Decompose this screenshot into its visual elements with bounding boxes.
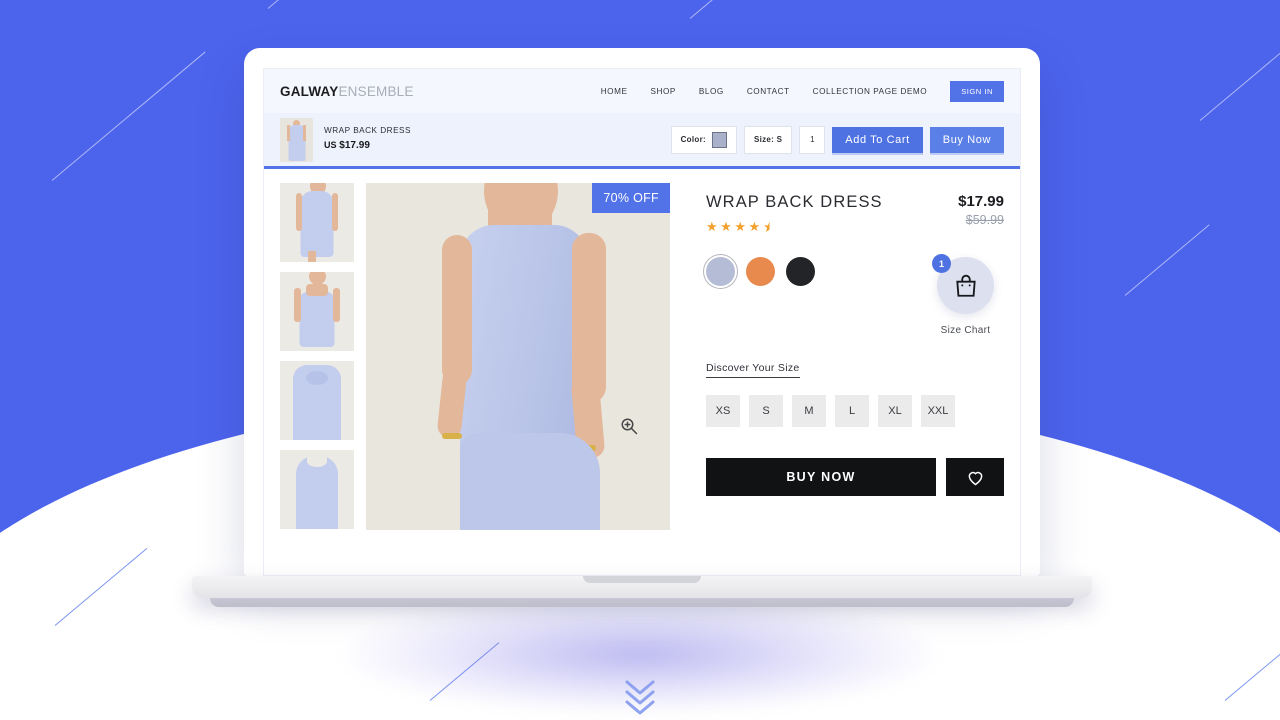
product-title-price-row: WRAP BACK DRESS ★ ★ ★ ★ $17.99 $59.99 [706,193,1004,235]
size-option-m[interactable]: M [792,395,826,427]
product-title-block: WRAP BACK DRESS ★ ★ ★ ★ [706,193,883,235]
purchase-actions: BUY NOW [706,458,1004,496]
laptop-mockup: GALWAYENSEMBLE HOME SHOP BLOG CONTACT CO… [192,48,1092,607]
star-1: ★ [706,219,720,234]
gallery-thumbnails [280,183,354,530]
sticky-product-text: WRAP BACK DRESS US $17.99 [324,125,411,153]
sticky-product-bar: WRAP BACK DRESS US $17.99 Color: Size: S [264,113,1020,169]
sticky-color-label: Color: [680,135,706,144]
page-stage: GALWAYENSEMBLE HOME SHOP BLOG CONTACT CO… [0,0,1280,720]
sticky-buy-now-button[interactable]: Buy Now [929,126,1004,153]
rating-stars: ★ ★ ★ ★ [706,219,883,235]
price-block: $17.99 $59.99 [958,193,1004,227]
chevron-down-icon-1 [625,680,655,695]
size-option-s[interactable]: S [749,395,783,427]
color-swatch-periwinkle[interactable] [706,257,735,286]
size-chart-label[interactable]: Size Chart [937,325,994,336]
sticky-price-value: $17.99 [339,140,370,152]
price-original: $59.99 [965,213,1004,227]
nav-item-collection-page-demo[interactable]: COLLECTION PAGE DEMO [813,87,928,96]
heart-icon [968,471,982,485]
size-option-xl[interactable]: XL [878,395,912,427]
discover-your-size-link[interactable]: Discover Your Size [706,362,800,378]
laptop-base-top [192,576,1092,598]
star-3: ★ [734,219,748,234]
site-logo[interactable]: GALWAYENSEMBLE [280,84,414,99]
cart-widget[interactable]: 1 Size Chart [932,254,1004,336]
shopping-bag-icon [955,274,976,297]
sticky-product-price: US $17.99 [324,139,411,154]
wishlist-button[interactable] [946,458,1004,496]
nav-item-shop[interactable]: SHOP [650,87,675,96]
size-option-l[interactable]: L [835,395,869,427]
laptop-base [192,576,1092,607]
laptop-base-lip [210,598,1074,607]
star-2: ★ [720,219,734,234]
size-option-xxl[interactable]: XXL [921,395,955,427]
add-to-cart-button[interactable]: Add To Cart [832,126,923,153]
main-nav: HOME SHOP BLOG CONTACT COLLECTION PAGE D… [601,80,1004,102]
star-5-half [763,220,776,234]
nav-item-home[interactable]: HOME [601,87,628,96]
product-info: WRAP BACK DRESS ★ ★ ★ ★ $17.99 $59.99 1 … [706,183,1004,530]
star-4: ★ [748,219,762,234]
price-current: $17.99 [958,193,1004,210]
size-option-xs[interactable]: XS [706,395,740,427]
sticky-color-selector[interactable]: Color: [670,125,737,154]
page-title: WRAP BACK DRESS [706,193,883,211]
gallery-thumb-4[interactable] [280,450,354,529]
nav-item-blog[interactable]: BLOG [699,87,724,96]
sign-in-button[interactable]: SIGN IN [950,80,1004,102]
product-section: 70% OFF WRAP BACK DRESS ★ ★ ★ ★ $17.99 $… [264,169,1020,530]
sticky-bar-controls: Color: Size: S 1 Add To Cart Buy Now [670,125,1004,154]
scroll-hint-chevrons[interactable] [619,676,661,720]
main-product-image[interactable]: 70% OFF [366,183,670,530]
laptop-lid: GALWAYENSEMBLE HOME SHOP BLOG CONTACT CO… [244,48,1040,576]
cart-count-badge: 1 [932,254,951,273]
size-options: XS S M L XL XXL [706,395,1004,427]
nav-item-contact[interactable]: CONTACT [747,87,790,96]
logo-bold-text: GALWAY [280,83,339,99]
gallery-thumb-1[interactable] [280,183,354,262]
sticky-product-title: WRAP BACK DRESS [324,126,411,136]
cart-circle[interactable]: 1 [932,254,994,314]
gallery-thumb-2[interactable] [280,272,354,351]
sticky-currency: US [324,140,337,151]
sticky-size-label: Size: S [753,135,783,144]
sticky-size-selector[interactable]: Size: S [743,125,793,154]
sticky-quantity-input[interactable]: 1 [799,125,826,154]
logo-light-text: ENSEMBLE [338,83,414,99]
color-and-cart-row: 1 Size Chart [706,254,1004,336]
color-swatch-orange[interactable] [746,257,775,286]
discover-size-wrap: Discover Your Size [706,336,1004,378]
browser-screen: GALWAYENSEMBLE HOME SHOP BLOG CONTACT CO… [263,68,1021,576]
sticky-product-thumbnail[interactable] [280,117,313,162]
site-header: GALWAYENSEMBLE HOME SHOP BLOG CONTACT CO… [264,69,1020,113]
discount-badge: 70% OFF [592,183,670,213]
color-swatch-black[interactable] [786,257,815,286]
magnifier-plus-icon[interactable] [620,417,638,435]
gallery-thumb-3[interactable] [280,361,354,440]
color-swatches [706,257,815,286]
sticky-color-swatch[interactable] [711,131,727,148]
buy-now-button[interactable]: BUY NOW [706,458,936,496]
